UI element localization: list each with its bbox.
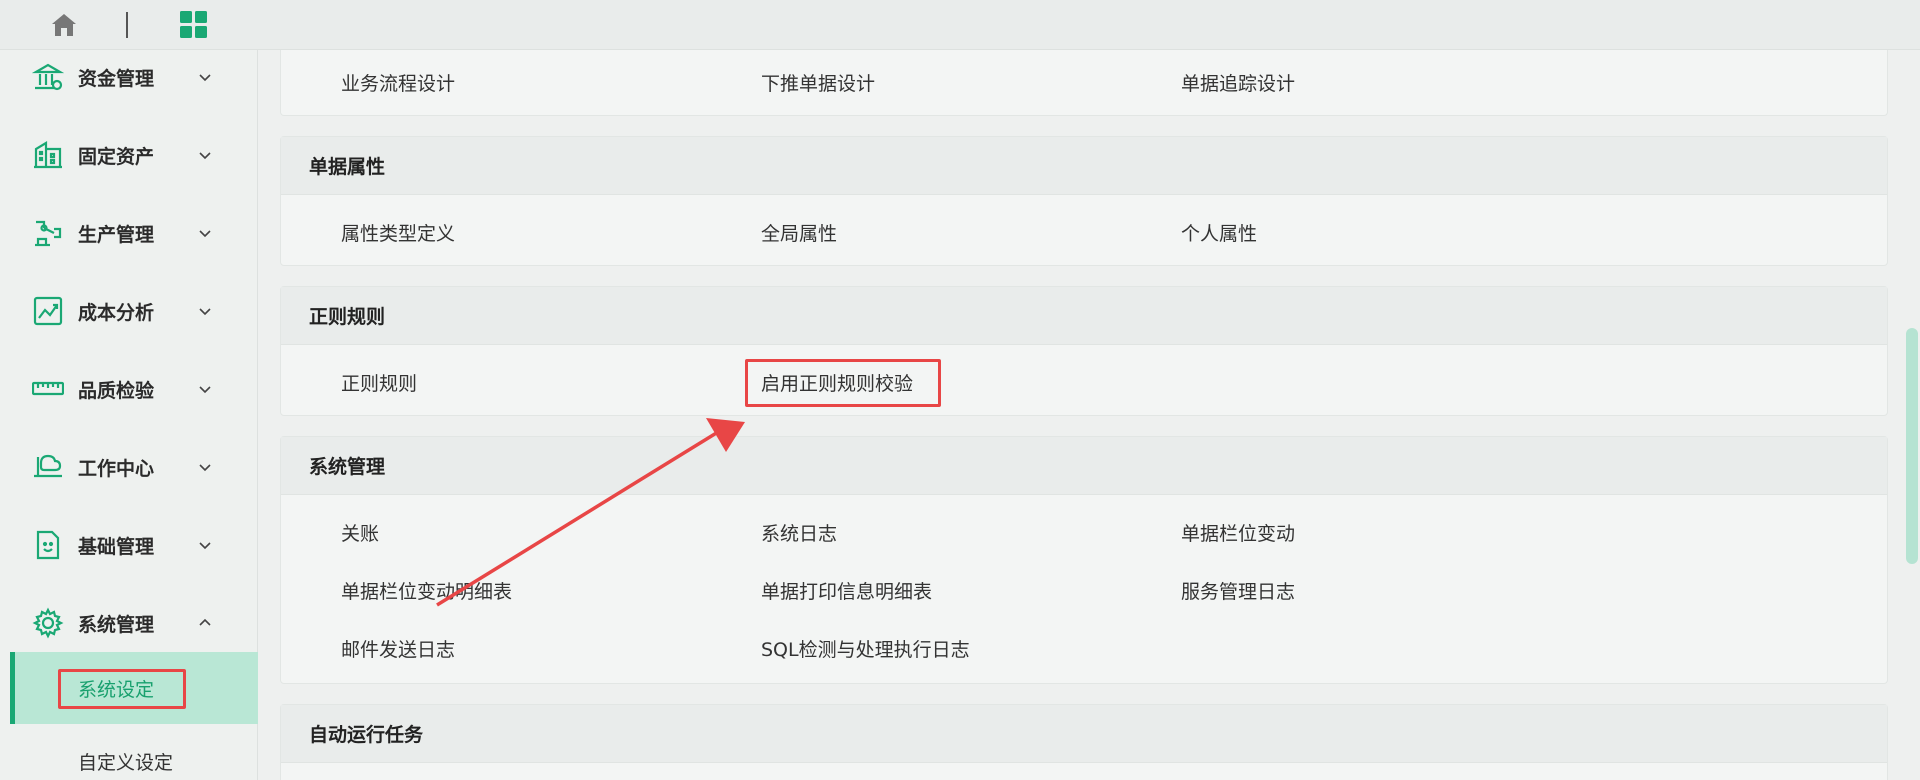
- sidebar: 资金管理 固定资产 生产管理 成本分析 品质检验 工作中心 基础管理 系统管理 …: [0, 50, 258, 780]
- link-business-flow-design[interactable]: 业务流程设计: [341, 69, 455, 96]
- home-icon[interactable]: [51, 13, 77, 37]
- link-push-down-design[interactable]: 下推单据设计: [761, 69, 875, 96]
- sidebar-item-funds[interactable]: 资金管理: [0, 52, 258, 102]
- chevron-up-icon: [199, 618, 211, 626]
- sidebar-item-system-management[interactable]: 系统管理: [0, 598, 258, 648]
- section-title: 正则规则: [281, 287, 1887, 345]
- sidebar-item-label: 工作中心: [78, 457, 155, 480]
- sidebar-item-basic-management[interactable]: 基础管理: [0, 520, 258, 570]
- bank-icon: [32, 63, 64, 91]
- top-bar: [0, 0, 1920, 50]
- section-title: 单据属性: [281, 137, 1887, 195]
- link-doc-print-info-detail[interactable]: 单据打印信息明细表: [761, 577, 932, 604]
- sidebar-item-label: 资金管理: [78, 67, 155, 90]
- chevron-down-icon: [199, 308, 211, 316]
- chevron-down-icon: [199, 152, 211, 160]
- sidebar-subitem-system-settings[interactable]: 系统设定: [10, 652, 258, 724]
- link-doc-tracking-design[interactable]: 单据追踪设计: [1181, 69, 1295, 96]
- link-regex-rules[interactable]: 正则规则: [341, 369, 417, 396]
- workstation-icon: [34, 454, 62, 478]
- sidebar-item-production[interactable]: 生产管理: [0, 208, 258, 258]
- chevron-down-icon: [199, 464, 211, 472]
- sidebar-item-work-center[interactable]: 工作中心: [0, 442, 258, 492]
- robot-arm-icon: [35, 220, 62, 247]
- trend-chart-icon: [33, 296, 63, 326]
- sidebar-subitem-label: 系统设定: [78, 679, 155, 701]
- sidebar-item-fixed-assets[interactable]: 固定资产: [0, 130, 258, 180]
- link-property-type-definition[interactable]: 属性类型定义: [341, 219, 455, 246]
- scrollbar-thumb[interactable]: [1906, 328, 1918, 564]
- main-content: 业务流程设计 下推单据设计 单据追踪设计 单据属性 属性类型定义 全局属性 个人…: [258, 50, 1920, 780]
- link-personal-properties[interactable]: 个人属性: [1181, 219, 1257, 246]
- topbar-divider: [126, 12, 128, 38]
- link-service-management-log[interactable]: 服务管理日志: [1181, 577, 1295, 604]
- building-icon: [34, 141, 62, 169]
- link-sql-detect-log[interactable]: SQL检测与处理执行日志: [761, 635, 970, 662]
- section-card-system-management: 系统管理 关账 系统日志 单据栏位变动 单据栏位变动明细表 单据打印信息明细表 …: [280, 436, 1888, 684]
- gear-icon: [32, 607, 64, 639]
- chevron-down-icon: [199, 542, 211, 550]
- section-title: 自动运行任务: [281, 705, 1887, 763]
- link-enable-regex-validation[interactable]: 启用正则规则校验: [761, 369, 913, 396]
- apps-grid-icon[interactable]: [180, 11, 207, 38]
- sidebar-item-label: 成本分析: [78, 301, 155, 324]
- link-doc-field-change-detail[interactable]: 单据栏位变动明细表: [341, 577, 512, 604]
- sidebar-subitem-custom-settings[interactable]: 自定义设定: [78, 748, 173, 775]
- sidebar-item-label: 基础管理: [78, 535, 155, 558]
- chevron-down-icon: [199, 74, 211, 82]
- section-title: 系统管理: [281, 437, 1887, 495]
- chevron-down-icon: [199, 386, 211, 394]
- link-doc-field-change[interactable]: 单据栏位变动: [1181, 519, 1295, 546]
- sidebar-item-label: 固定资产: [78, 145, 155, 168]
- active-indicator: [10, 652, 15, 724]
- sidebar-item-label: 生产管理: [78, 223, 155, 246]
- section-card-doc-properties: 单据属性 属性类型定义 全局属性 个人属性: [280, 136, 1888, 266]
- link-system-log[interactable]: 系统日志: [761, 519, 837, 546]
- chevron-down-icon: [199, 230, 211, 238]
- link-global-properties[interactable]: 全局属性: [761, 219, 837, 246]
- link-mail-send-log[interactable]: 邮件发送日志: [341, 635, 455, 662]
- document-face-icon: [36, 530, 60, 560]
- section-card-regex-rules: 正则规则 正则规则 启用正则规则校验: [280, 286, 1888, 416]
- sidebar-item-label: 品质检验: [78, 379, 155, 402]
- section-card-flow: 业务流程设计 下推单据设计 单据追踪设计: [280, 50, 1888, 116]
- sidebar-item-label: 系统管理: [78, 613, 155, 636]
- sidebar-item-quality[interactable]: 品质检验: [0, 364, 258, 414]
- section-card-auto-tasks: 自动运行任务: [280, 704, 1888, 780]
- sidebar-item-cost-analysis[interactable]: 成本分析: [0, 286, 258, 336]
- ruler-icon: [32, 381, 64, 396]
- link-close-period[interactable]: 关账: [341, 519, 379, 546]
